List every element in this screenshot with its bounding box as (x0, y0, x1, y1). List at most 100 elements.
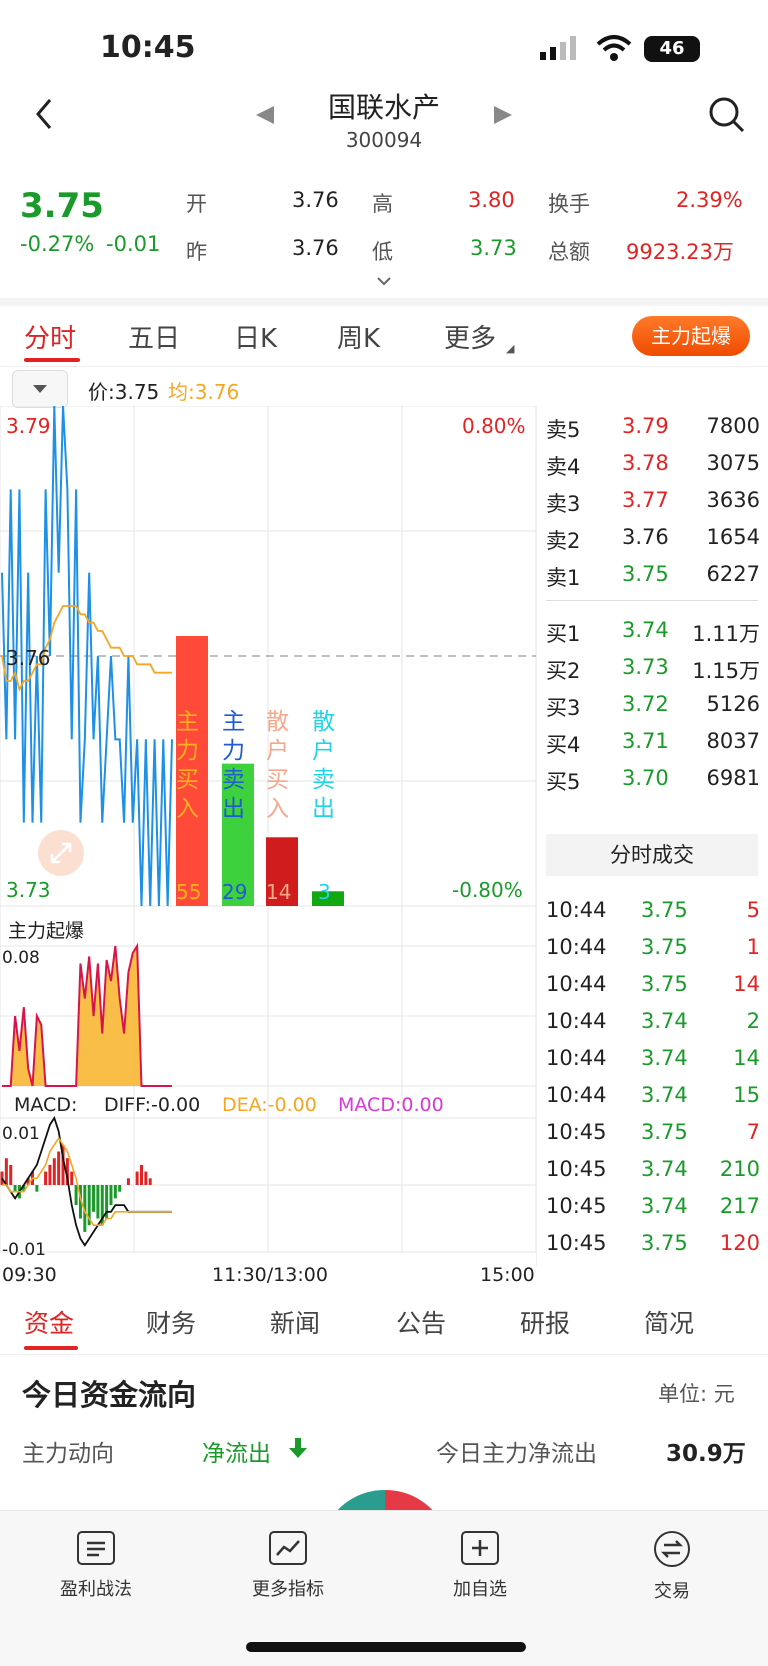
sell-volume: 7800 (706, 414, 760, 438)
dock-trade[interactable]: 交易 (612, 1531, 732, 1603)
buy-row[interactable]: 买3 3.72 5126 (546, 692, 768, 728)
tab-research[interactable]: 研报 (520, 1304, 570, 1340)
search-icon[interactable] (708, 96, 746, 134)
tab-finance[interactable]: 财务 (146, 1304, 196, 1340)
buy-row[interactable]: 买5 3.70 6981 (546, 766, 768, 802)
trade-price: 3.74 (641, 1046, 688, 1070)
chart-bottom-pct: -0.80% (452, 878, 523, 902)
chart-top-pct: 0.80% (462, 414, 526, 438)
main-force-direction: 净流出 (202, 1441, 271, 1467)
main-force-button[interactable]: 主力起爆 (632, 316, 750, 356)
flow-label-main-buy: 主力买入 (176, 709, 199, 822)
macd-bar (135, 1171, 139, 1185)
tab-weekly-k[interactable]: 周K (337, 318, 380, 355)
tab-profile[interactable]: 简况 (644, 1304, 694, 1340)
trade-row: 10:44 3.75 1 (546, 935, 768, 971)
trade-price: 3.75 (641, 1231, 688, 1255)
tab-daily-k[interactable]: 日K (234, 318, 277, 355)
sell-row[interactable]: 卖2 3.76 1654 (546, 525, 768, 561)
net-outflow-value: 30.9万 (666, 1441, 746, 1467)
prev-close-value: 3.76 (292, 236, 339, 260)
dock-add-watchlist[interactable]: 加自选 (420, 1531, 540, 1601)
trade-price: 3.74 (641, 1083, 688, 1107)
macd-value: MACD:0.00 (338, 1094, 444, 1116)
buy-volume: 5126 (706, 692, 760, 716)
flow-label-main-sell: 主力卖出 (222, 709, 245, 822)
trade-price: 3.75 (641, 972, 688, 996)
trade-volume: 217 (719, 1194, 760, 1218)
macd-bar (13, 1185, 17, 1192)
buy-label: 买1 (546, 622, 581, 646)
sell-row[interactable]: 卖1 3.75 6227 (546, 562, 768, 598)
trade-volume: 14 (733, 972, 760, 996)
expand-chevron-icon[interactable] (376, 272, 392, 286)
tab-underline (24, 358, 80, 362)
dock-indicators-label: 更多指标 (252, 1579, 324, 1600)
tab-news[interactable]: 新闻 (270, 1304, 320, 1340)
buy-label: 买4 (546, 733, 581, 757)
tab-announcements[interactable]: 公告 (396, 1304, 446, 1340)
buy-price: 3.70 (622, 766, 669, 790)
buy-volume: 1.15万 (692, 659, 760, 683)
macd-bar (148, 1178, 152, 1185)
buy-row[interactable]: 买2 3.73 1.15万 (546, 655, 768, 691)
macd-bottom: -0.01 (2, 1240, 46, 1260)
next-stock-icon[interactable] (492, 104, 514, 126)
trade-volume: 2 (746, 1009, 760, 1033)
sell-label: 卖3 (546, 492, 581, 516)
home-indicator (246, 1642, 526, 1652)
macd-bar (126, 1178, 130, 1185)
sell-volume: 1654 (706, 525, 760, 549)
tab-funds-underline (24, 1346, 78, 1350)
trade-price: 3.75 (641, 935, 688, 959)
buy-label: 买2 (546, 659, 581, 683)
dock-strategy[interactable]: 盈利战法 (36, 1531, 156, 1601)
trade-time: 10:44 (546, 1009, 607, 1033)
orderbook-divider (546, 600, 758, 601)
indicator2-top: 0.08 (2, 948, 40, 968)
fullscreen-icon[interactable] (38, 830, 84, 876)
plus-icon (461, 1531, 499, 1565)
trade-time: 10:45 (546, 1231, 607, 1255)
tab-intraday[interactable]: 分时 (24, 318, 76, 355)
sell-volume: 3636 (706, 488, 760, 512)
buy-price: 3.73 (622, 655, 669, 679)
trade-row: 10:44 3.74 14 (546, 1046, 768, 1082)
trade-price: 3.74 (641, 1194, 688, 1218)
flow-value-retail-sell: 3 (318, 880, 331, 904)
low-label: 低 (372, 240, 393, 264)
macd-bar (96, 1185, 100, 1219)
sell-row[interactable]: 卖3 3.77 3636 (546, 488, 768, 524)
tab-five-day[interactable]: 五日 (128, 318, 180, 355)
change-value: -0.01 (106, 232, 161, 256)
macd-bar (92, 1185, 96, 1212)
sell-row[interactable]: 卖4 3.78 3075 (546, 451, 768, 487)
current-price: 3.75 (20, 186, 104, 226)
macd-bar (44, 1171, 48, 1185)
indicator-dropdown[interactable] (12, 370, 68, 408)
avg-readout: 均:3.76 (168, 380, 240, 404)
dock-indicators[interactable]: 更多指标 (228, 1531, 348, 1601)
trade-volume: 15 (733, 1083, 760, 1107)
battery-level: 46 (659, 38, 685, 59)
wifi-icon (596, 34, 632, 62)
macd-dea: DEA:-0.00 (222, 1094, 317, 1116)
trade-volume: 5 (746, 898, 760, 922)
tab-funds[interactable]: 资金 (24, 1304, 74, 1340)
trades-header[interactable]: 分时成交 (546, 834, 758, 876)
trade-time: 10:45 (546, 1157, 607, 1181)
macd-bar (9, 1164, 13, 1185)
fund-flow-title: 今日资金流向 (22, 1378, 197, 1412)
macd-bar (57, 1151, 61, 1185)
macd-diff: DIFF:-0.00 (104, 1094, 201, 1116)
chart-top-price: 3.79 (6, 414, 51, 438)
flow-value-main-sell: 29 (222, 880, 248, 904)
tab-more[interactable]: 更多 (444, 318, 496, 355)
buy-row[interactable]: 买4 3.71 8037 (546, 729, 768, 765)
trade-volume: 120 (719, 1231, 760, 1255)
macd-bar (4, 1158, 8, 1185)
buy-row[interactable]: 买1 3.74 1.11万 (546, 618, 768, 654)
buy-volume: 8037 (706, 729, 760, 753)
sell-row[interactable]: 卖5 3.79 7800 (546, 414, 768, 450)
trade-time: 10:45 (546, 1194, 607, 1218)
